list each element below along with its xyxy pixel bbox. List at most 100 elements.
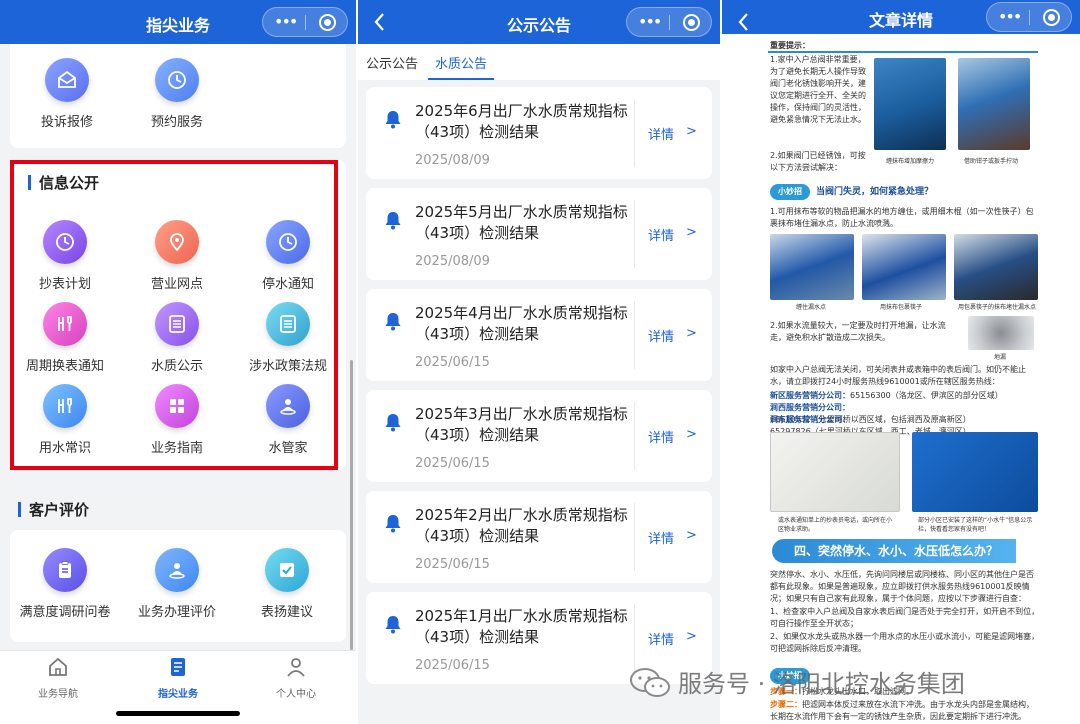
active-tab-indicator — [428, 78, 494, 80]
tip-text-2: 2.如果阀门已经锈蚀，可按以下方法尝试解决： — [770, 151, 866, 172]
more-icon[interactable]: ••• — [274, 12, 298, 32]
highlight-box — [10, 160, 338, 470]
detail-link[interactable]: 详情 — [648, 528, 674, 547]
top-bar: 公示公告 ••• — [358, 0, 720, 44]
photo-caption: 借助钳子或扳手拧动 — [964, 158, 1019, 165]
person-icon — [155, 548, 199, 592]
business-evaluation-button[interactable]: 业务办理评价 — [122, 548, 232, 620]
chevron-right-icon: > — [686, 528, 697, 543]
top-service-card: 投诉报修 预约服务 — [10, 44, 346, 148]
notice-title: 2025年1月出厂水水质常规指标（43项）检测结果 — [415, 607, 628, 646]
nav-personal-center[interactable]: 个人中心 — [246, 655, 346, 700]
section-step: 1、检查家中入户总阀及自家水表后阀门是否处于完全打开，如开启不到位，可自行操作至… — [770, 607, 1040, 628]
close-target-icon[interactable] — [683, 14, 700, 31]
article-panel: 文章详情 ••• 重要提示： 1.家中入户总阀非常重要，为了避免长期无人操作导致… — [722, 0, 1080, 724]
document-icon — [171, 658, 185, 676]
bell-icon — [385, 414, 401, 432]
notice-card[interactable]: 2025年5月出厂水水质常规指标（43项）检测结果 2025/08/09 详情 > — [366, 188, 712, 280]
section-step: 2、如果仅水龙头或热水器一个用水点的水压小或水流小，可能是滤网堵塞，可把滤网拆除… — [770, 632, 1040, 653]
photo-caption: 用包裹筷子的抹布堵住漏水点 — [958, 304, 1037, 311]
notice-title: 2025年4月出厂水水质常规指标（43项）检测结果 — [415, 304, 628, 343]
nav-business-navigation[interactable]: 业务导航 — [8, 655, 108, 700]
bell-icon — [385, 313, 401, 331]
notice-card[interactable]: 2025年6月出厂水水质常规指标（43项）检测结果 2025/08/09 详情 > — [366, 87, 712, 179]
notice-title: 2025年3月出厂水水质常规指标（43项）检测结果 — [415, 405, 628, 444]
appointment-button[interactable]: 预约服务 — [122, 58, 232, 130]
praise-suggestion-button[interactable]: 表扬建议 — [232, 548, 342, 620]
trick-badge: 小妙招 — [770, 184, 810, 200]
leak-photo — [770, 234, 854, 300]
checkbox-icon — [265, 548, 309, 592]
clipboard-icon — [43, 548, 87, 592]
notice-card[interactable]: 2025年4月出厂水水质常规指标（43项）检测结果 2025/06/15 详情 > — [366, 289, 712, 381]
detail-link[interactable]: 详情 — [648, 427, 674, 446]
tab-bar: 公示公告 水质公告 — [358, 44, 720, 80]
notice-title: 2025年2月出厂水水质常规指标（43项）检测结果 — [415, 506, 628, 545]
section-banner: 四、突然停水、水小、水压低怎么办？ — [772, 539, 1016, 563]
photo-caption: 缠住漏水点 — [796, 304, 827, 311]
notice-title: 2025年5月出厂水水质常规指标（43项）检测结果 — [415, 203, 628, 242]
scrollbar[interactable] — [350, 360, 353, 650]
detail-link[interactable]: 详情 — [648, 124, 674, 143]
notice-title: 2025年6月出厂水水质常规指标（43项）检测结果 — [415, 102, 628, 141]
section-heading: 客户评价 — [18, 499, 89, 520]
notice-date: 2025/08/09 — [415, 153, 490, 168]
chevron-right-icon: > — [686, 326, 697, 341]
tip-label: 重要提示： — [770, 41, 810, 50]
chevron-right-icon: > — [686, 427, 697, 442]
photo-caption: 缠抹布增加摩擦力 — [886, 158, 935, 165]
photo-caption: 用抹布包裹筷子 — [880, 304, 923, 311]
hotline-row: 新区服务营销分公司：65156300（洛龙区、伊滨区的部分区域） — [770, 391, 1003, 400]
notice-card[interactable]: 2025年2月出厂水水质常规指标（43项）检测结果 2025/06/15 详情 > — [366, 491, 712, 583]
close-target-icon[interactable] — [1043, 9, 1060, 26]
notice-date: 2025/08/09 — [415, 254, 490, 269]
business-panel: 指尖业务 ••• 投诉报修 预约服务 信息公开 抄表计划 营业网点 停水通知 周… — [0, 0, 356, 724]
more-icon[interactable]: ••• — [998, 7, 1022, 27]
mini-program-capsule[interactable]: ••• — [262, 7, 348, 37]
customer-eval-card: 满意度调研问卷 业务办理评价 表扬建议 — [10, 530, 346, 642]
trick-title: 当阀门失灵，如何紧急处理？ — [816, 187, 934, 197]
detail-link[interactable]: 详情 — [648, 629, 674, 648]
close-target-icon[interactable] — [319, 14, 336, 31]
notice-card[interactable]: 2025年3月出厂水水质常规指标（43项）检测结果 2025/06/15 详情 > — [366, 390, 712, 482]
more-icon[interactable]: ••• — [638, 12, 662, 32]
step-row: 步骤二：把滤网本体反过来放在水流下冲洗。由于水龙头内部是金属结构，长期在水流作用… — [770, 700, 1034, 721]
service-label: 预约服务 — [150, 115, 203, 130]
photo-caption: 或水表通知单上的抄表员电话，或向所在小区物业求助。 — [778, 517, 893, 533]
valve-photo — [874, 58, 946, 150]
floor-drain-photo — [968, 316, 1034, 350]
detail-link[interactable]: 详情 — [648, 225, 674, 244]
tab-public-notice[interactable]: 公示公告 — [366, 53, 418, 72]
mini-program-capsule[interactable]: ••• — [986, 2, 1072, 32]
satisfaction-survey-button[interactable]: 满意度调研问卷 — [10, 548, 120, 620]
leak-photo — [862, 234, 946, 300]
notice-date: 2025/06/15 — [415, 355, 490, 370]
watermark: 服务号 · 洛阳北控水务集团 — [628, 662, 1068, 702]
leak-photo — [954, 234, 1038, 300]
tab-water-quality[interactable]: 水质公告 — [435, 53, 487, 72]
service-label: 表扬建议 — [260, 605, 313, 620]
announcement-panel: 公示公告 ••• 公示公告 水质公告 2025年6月出厂水水质常规指标（43项）… — [358, 0, 720, 724]
service-label: 投诉报修 — [40, 115, 93, 130]
mini-program-capsule[interactable]: ••• — [626, 7, 712, 37]
trick-text-1: 1.可用抹布等软的物品把漏水的地方缠住，或用细木棍（如一次性筷子）包裹抹布堵住漏… — [770, 207, 1034, 228]
trick-text-2: 2.如果水流量较大，一定要及时打开地漏，让水流走，避免积水扩散造成二次损失。 — [770, 321, 946, 342]
chevron-right-icon: > — [686, 124, 697, 139]
clock-icon — [155, 58, 199, 102]
article-content: 重要提示： 1.家中入户总阀非常重要，为了避免长期无人操作导致阀门老化锈蚀影响开… — [722, 34, 1080, 724]
complaint-repair-button[interactable]: 投诉报修 — [12, 58, 122, 130]
hotline-text: 如家中入户总阀无法关闭，可关闭表井或表箱中的表后阀门。如仍不能止水，请立即拨打2… — [770, 365, 1026, 386]
bell-icon — [385, 616, 401, 634]
detail-link[interactable]: 详情 — [648, 326, 674, 345]
section-text: 突然停水、水小、水压低，先询问同楼层或同楼栋、同小区的其他住户是否都有此现象。如… — [770, 570, 1034, 603]
notice-date: 2025/06/15 — [415, 658, 490, 673]
tip-text: 1.家中入户总阀非常重要，为了避免长期无人操作导致阀门老化锈蚀影响开关，建议您定… — [770, 55, 866, 124]
bell-icon — [385, 515, 401, 533]
nav-fingertip-business[interactable]: 指尖业务 — [128, 655, 228, 700]
photo-caption: 部分小区已安装了这样的“小水牛”信息公示栏，快看看您家有没有吧！ — [918, 517, 1033, 533]
bell-icon — [385, 212, 401, 230]
info-board-photo — [912, 432, 1038, 512]
valve-photo — [958, 58, 1030, 150]
wechat-icon — [630, 668, 670, 697]
chevron-right-icon: > — [686, 225, 697, 240]
